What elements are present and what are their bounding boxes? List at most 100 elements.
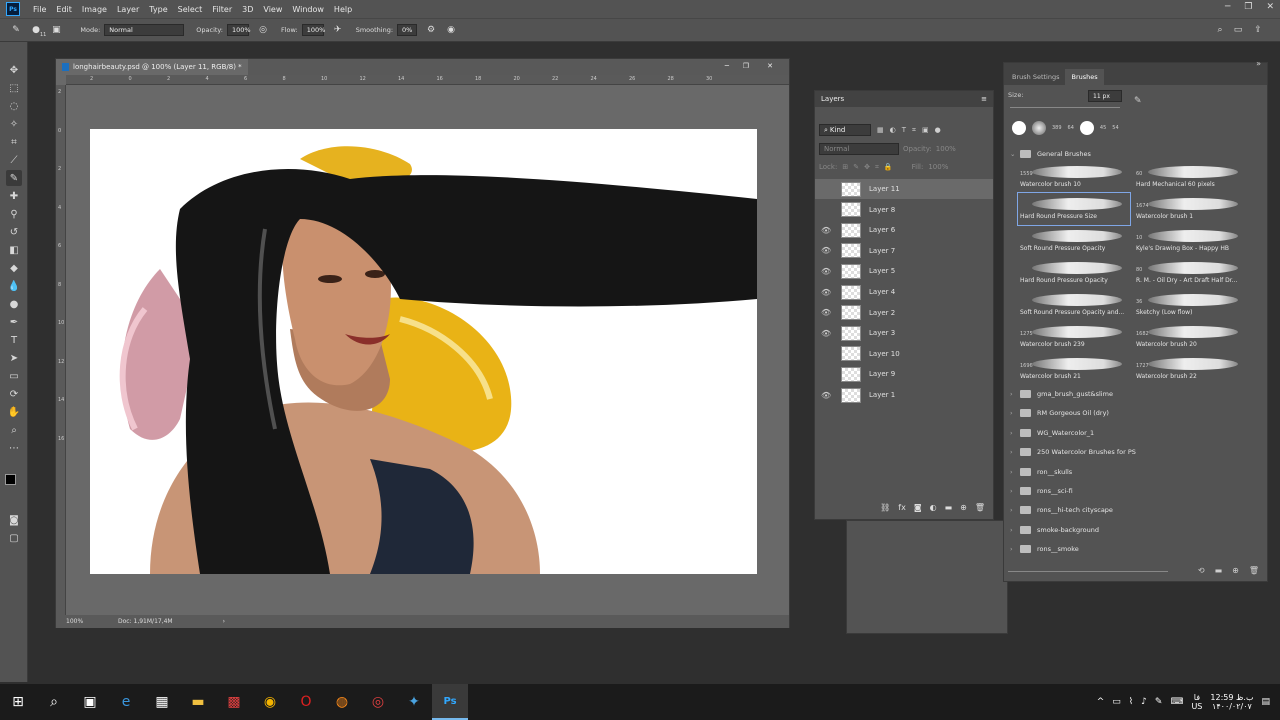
layer-name[interactable]: Layer 1 bbox=[869, 391, 895, 399]
layer-name[interactable]: Layer 4 bbox=[869, 288, 895, 296]
opacity-input[interactable]: 100% bbox=[227, 24, 251, 36]
doc-maximize-icon[interactable]: ❐ bbox=[743, 62, 749, 70]
menu-image[interactable]: Image bbox=[77, 5, 112, 14]
delete-layer-icon[interactable]: 🗑 bbox=[975, 503, 985, 515]
preview-size-slider[interactable] bbox=[1008, 571, 1168, 572]
chevron-right-icon[interactable]: › bbox=[1010, 429, 1020, 437]
status-menu-chevron-icon[interactable]: › bbox=[223, 618, 225, 625]
brush-folder[interactable]: › ron__skulls bbox=[1010, 463, 1072, 481]
chevron-right-icon[interactable]: › bbox=[1010, 468, 1020, 476]
menu-filter[interactable]: Filter bbox=[207, 5, 237, 14]
menu-3d[interactable]: 3D bbox=[237, 5, 258, 14]
layer-row[interactable]: Layer 8 bbox=[815, 200, 993, 220]
language-indicator[interactable]: فا US bbox=[1191, 693, 1202, 711]
adjustment-layer-icon[interactable]: ◐ bbox=[930, 503, 937, 515]
recent-brush-5[interactable] bbox=[1079, 121, 1094, 135]
panel-menu-icon[interactable]: ≡ bbox=[981, 95, 987, 103]
chevron-right-icon[interactable]: › bbox=[1010, 526, 1020, 534]
visibility-eye-icon[interactable]: 👁 bbox=[821, 267, 835, 276]
gear-icon[interactable]: ⚙ bbox=[425, 24, 437, 36]
layer-name[interactable]: Layer 8 bbox=[869, 206, 895, 214]
layer-name[interactable]: Layer 2 bbox=[869, 309, 895, 317]
search-icon[interactable]: ⌕ bbox=[1214, 24, 1226, 36]
hand-tool-icon[interactable]: ✋ bbox=[6, 404, 22, 420]
link-layers-icon[interactable]: ⛓ bbox=[880, 503, 890, 515]
new-group-icon[interactable]: ▬ bbox=[945, 503, 953, 515]
layer-thumbnail[interactable] bbox=[841, 305, 861, 321]
pressure-opacity-icon[interactable]: ◎ bbox=[257, 24, 269, 36]
filter-smart-icon[interactable]: ▣ bbox=[922, 126, 929, 134]
doc-close-icon[interactable]: ✕ bbox=[767, 62, 773, 70]
pen-icon[interactable]: ✎ bbox=[1155, 697, 1163, 707]
brush-preset[interactable]: 36 Sketchy (Low flow) bbox=[1134, 289, 1246, 321]
move-tool-icon[interactable]: ✥ bbox=[6, 62, 22, 78]
photoshop-logo-icon[interactable]: Ps bbox=[6, 2, 20, 16]
menu-edit[interactable]: Edit bbox=[51, 5, 77, 14]
lock-all-icon[interactable]: 🔒 bbox=[884, 163, 893, 171]
filter-kind-select[interactable]: ⌕ Kind bbox=[819, 124, 871, 136]
brush-folder[interactable]: › rons__smoke bbox=[1010, 540, 1079, 558]
zoom-level[interactable]: 100% bbox=[66, 618, 106, 625]
photoshop-taskbar-icon[interactable]: Ps bbox=[432, 684, 468, 720]
menu-window[interactable]: Window bbox=[287, 5, 329, 14]
filter-adjustment-icon[interactable]: ◐ bbox=[890, 126, 896, 134]
lock-image-icon[interactable]: ✎ bbox=[853, 163, 859, 171]
layer-thumbnail[interactable] bbox=[841, 325, 861, 341]
layers-title[interactable]: Layers bbox=[821, 95, 844, 103]
brush-preset[interactable]: Hard Round Pressure Opacity bbox=[1018, 257, 1130, 289]
brush-folder[interactable]: › gma_brush_gust&slime bbox=[1010, 385, 1113, 403]
recent-brush-7[interactable]: 54 bbox=[1112, 125, 1118, 131]
brush-preset[interactable]: 10 Kyle's Drawing Box - Happy HB bbox=[1134, 225, 1246, 257]
layer-name[interactable]: Layer 10 bbox=[869, 350, 900, 358]
device-icon[interactable]: ▭ bbox=[1112, 697, 1121, 707]
chevron-right-icon[interactable]: › bbox=[1010, 448, 1020, 456]
maximize-icon[interactable]: ❐ bbox=[1244, 2, 1252, 12]
chevron-right-icon[interactable]: › bbox=[1010, 409, 1020, 417]
eraser-tool-icon[interactable]: ◧ bbox=[6, 242, 22, 258]
delete-brush-icon[interactable]: 🗑 bbox=[1249, 566, 1259, 575]
menu-view[interactable]: View bbox=[258, 5, 287, 14]
size-slider[interactable] bbox=[1010, 107, 1120, 108]
history-brush-tool-icon[interactable]: ↺ bbox=[6, 224, 22, 240]
recent-brush-6[interactable]: 45 bbox=[1100, 125, 1106, 131]
brush-folder[interactable]: › 250 Watercolor Brushes for PS bbox=[1010, 443, 1136, 461]
marquee-tool-icon[interactable]: ⬚ bbox=[6, 80, 22, 96]
menu-file[interactable]: File bbox=[28, 5, 51, 14]
brush-folder[interactable]: › smoke-background bbox=[1010, 521, 1099, 539]
chevron-right-icon[interactable]: › bbox=[1010, 506, 1020, 514]
mode-select[interactable]: Normal bbox=[104, 24, 185, 36]
rotate-view-tool-icon[interactable]: ⟳ bbox=[6, 386, 22, 402]
recent-brush-4[interactable]: 64 bbox=[1068, 125, 1074, 131]
app-red-icon[interactable]: ▩ bbox=[216, 684, 252, 720]
volume-icon[interactable]: ♪ bbox=[1141, 697, 1147, 707]
eyedropper-tool-icon[interactable]: ⟋ bbox=[6, 152, 22, 168]
tab-brushes[interactable]: Brushes bbox=[1065, 69, 1104, 85]
menu-type[interactable]: Type bbox=[144, 5, 172, 14]
lasso-tool-icon[interactable]: ◌ bbox=[6, 98, 22, 114]
layer-row[interactable]: 👁 Layer 4 bbox=[815, 282, 993, 302]
visibility-eye-icon[interactable]: 👁 bbox=[821, 308, 835, 317]
size-input[interactable]: 11 px bbox=[1088, 90, 1122, 102]
layer-thumbnail[interactable] bbox=[841, 222, 861, 238]
app-circle-icon[interactable]: ◎ bbox=[360, 684, 396, 720]
flow-input[interactable]: 100% bbox=[301, 24, 325, 36]
filter-pixel-icon[interactable]: ▦ bbox=[877, 126, 884, 134]
dodge-tool-icon[interactable]: ● bbox=[6, 296, 22, 312]
chevron-right-icon[interactable]: › bbox=[1010, 545, 1020, 553]
brush-settings-toggle-icon[interactable]: ▣ bbox=[50, 24, 62, 36]
layer-name[interactable]: Layer 6 bbox=[869, 226, 895, 234]
doc-minimize-icon[interactable]: ─ bbox=[725, 62, 729, 70]
layer-row[interactable]: 👁 Layer 1 bbox=[815, 385, 993, 405]
layer-row[interactable]: Layer 10 bbox=[815, 344, 993, 364]
layer-thumbnail[interactable] bbox=[841, 181, 861, 197]
layer-name[interactable]: Layer 7 bbox=[869, 247, 895, 255]
network-icon[interactable]: ⌇ bbox=[1129, 697, 1133, 707]
brush-preset[interactable]: Soft Round Pressure Opacity bbox=[1018, 225, 1130, 257]
menu-layer[interactable]: Layer bbox=[112, 5, 144, 14]
layer-name[interactable]: Layer 5 bbox=[869, 267, 895, 275]
new-brush-preset-icon[interactable]: ⊕ bbox=[1232, 566, 1239, 575]
brush-preset[interactable]: Soft Round Pressure Opacity and... bbox=[1018, 289, 1130, 321]
brush-preset[interactable]: 1727 Watercolor brush 22 bbox=[1134, 353, 1246, 385]
brush-folder[interactable]: › WG_Watercolor_1 bbox=[1010, 424, 1094, 442]
fill-value[interactable]: 100% bbox=[928, 163, 948, 171]
